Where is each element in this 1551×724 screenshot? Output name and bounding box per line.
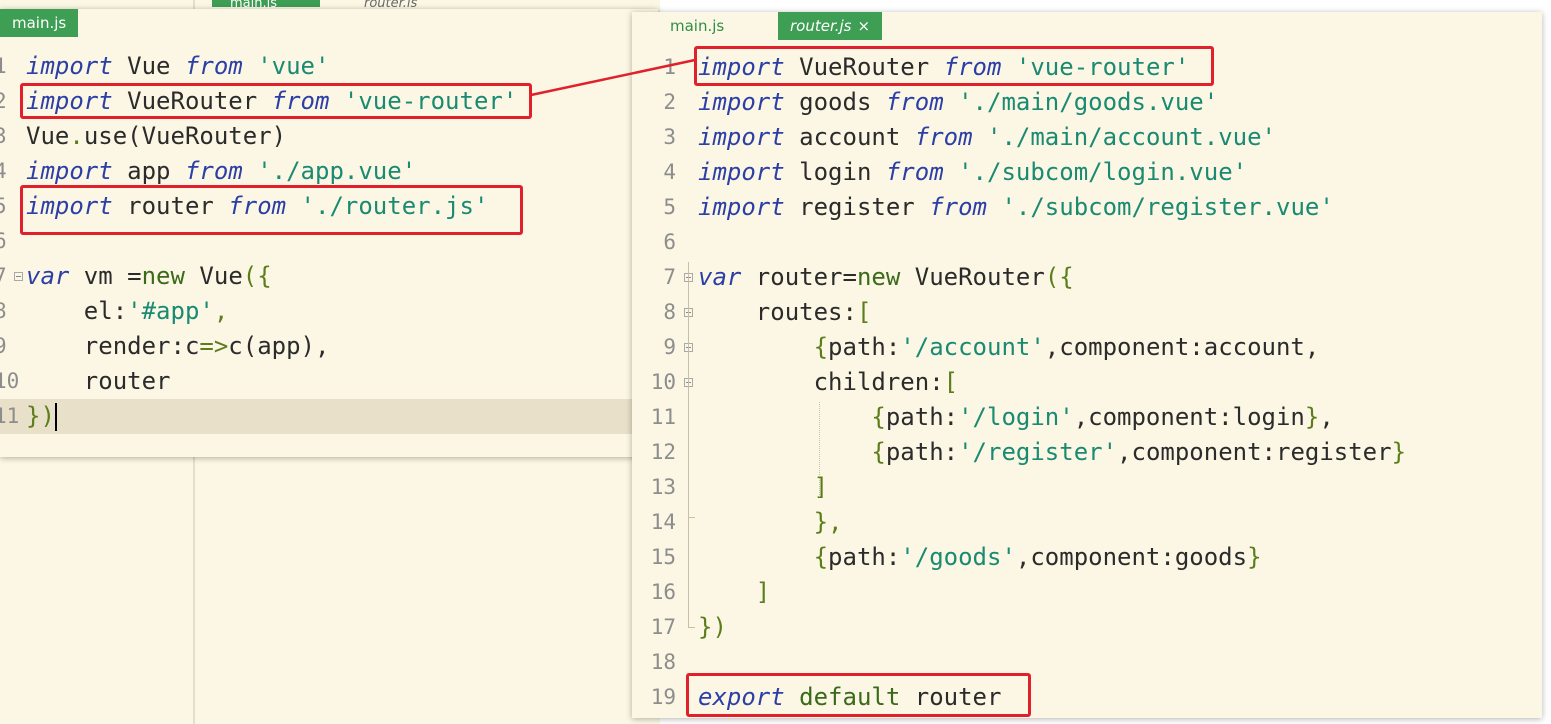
connector-arrow [530,58,696,97]
connector-line [530,58,696,97]
